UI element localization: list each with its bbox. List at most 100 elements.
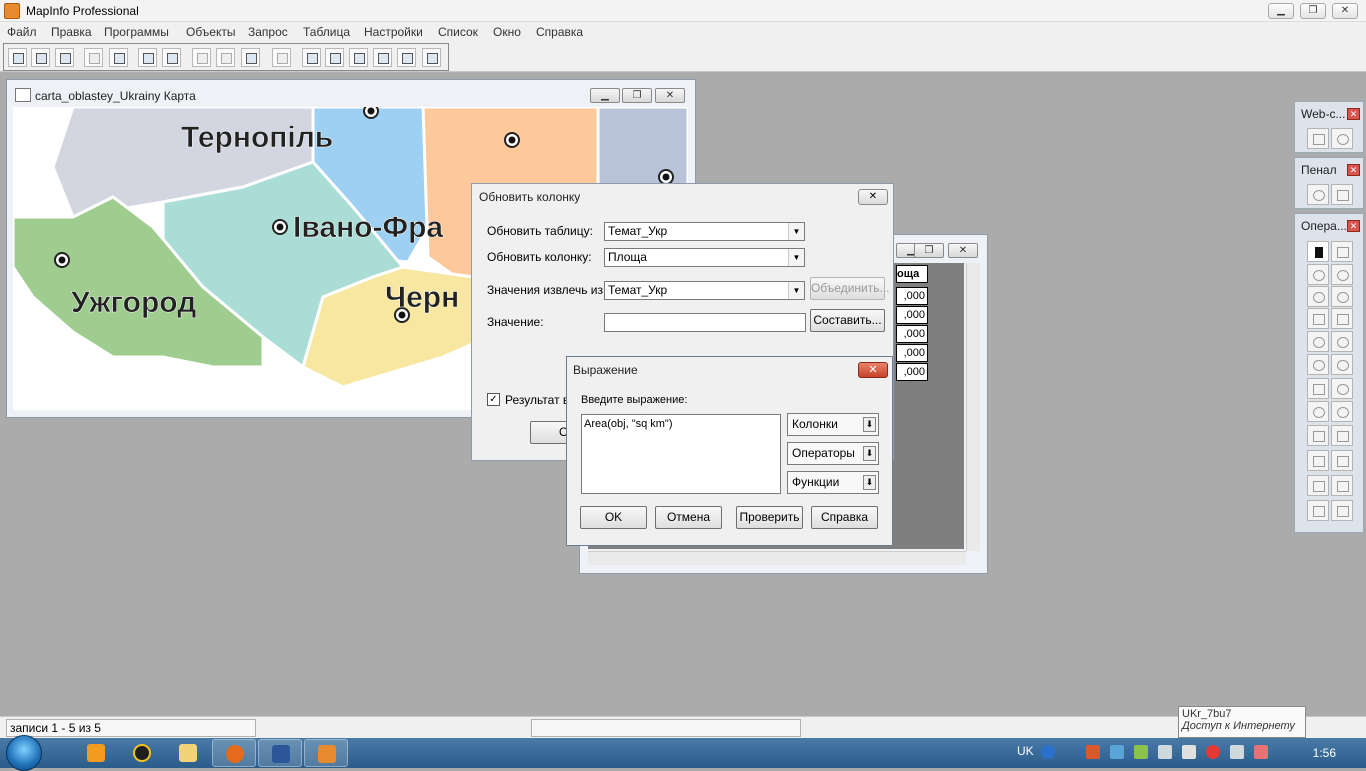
update-column-select[interactable]: Площа ▼ bbox=[604, 248, 805, 267]
marquee-select-icon[interactable] bbox=[1331, 241, 1353, 262]
operators-dropdown[interactable]: Операторы ⬇ bbox=[787, 442, 879, 465]
verify-button[interactable]: Проверить bbox=[736, 506, 803, 529]
browser-close-button[interactable]: ✕ bbox=[948, 243, 978, 258]
layer-control-icon[interactable] bbox=[1307, 425, 1329, 446]
zoom-out-icon[interactable] bbox=[1331, 331, 1353, 352]
menu-window[interactable]: Окно bbox=[493, 25, 521, 39]
update-ok-button[interactable]: О bbox=[530, 421, 570, 444]
select-arrow-icon[interactable] bbox=[1307, 241, 1329, 262]
columns-dropdown[interactable]: Колонки ⬇ bbox=[787, 413, 879, 436]
web-map-service-icon[interactable] bbox=[1307, 128, 1329, 149]
update-dialog-close-button[interactable]: ✕ bbox=[858, 189, 888, 205]
tray-network-icon[interactable] bbox=[1110, 745, 1124, 759]
open-icon[interactable] bbox=[31, 48, 50, 67]
table-cell[interactable]: ,000 bbox=[896, 325, 928, 343]
polygon-select-icon[interactable] bbox=[1331, 264, 1353, 285]
set-target-icon[interactable] bbox=[1331, 500, 1353, 521]
tray-app-icon[interactable] bbox=[1134, 745, 1148, 759]
show-statistics-icon[interactable] bbox=[1307, 450, 1329, 471]
save-workspace-icon[interactable] bbox=[109, 48, 128, 67]
menu-table[interactable]: Таблица bbox=[303, 25, 350, 39]
undo-icon[interactable] bbox=[272, 48, 291, 67]
value-input[interactable] bbox=[604, 313, 806, 332]
close-button[interactable]: ✕ bbox=[1332, 3, 1358, 19]
symbol-tool-icon[interactable] bbox=[1307, 184, 1329, 205]
taskbar-explorer[interactable] bbox=[166, 739, 210, 767]
new-redistrict-icon[interactable] bbox=[397, 48, 416, 67]
menu-help[interactable]: Справка bbox=[536, 25, 583, 39]
ok-button[interactable]: OK bbox=[580, 506, 647, 529]
menu-programs[interactable]: Программы bbox=[104, 25, 169, 39]
menu-settings[interactable]: Настройки bbox=[364, 25, 423, 39]
menu-query[interactable]: Запрос bbox=[248, 25, 288, 39]
new-icon[interactable] bbox=[8, 48, 27, 67]
menu-objects[interactable]: Объекты bbox=[186, 25, 236, 39]
help-pointer-icon[interactable] bbox=[422, 48, 441, 67]
thematic-map-icon[interactable] bbox=[1331, 475, 1353, 496]
print-icon[interactable] bbox=[162, 48, 181, 67]
paste-icon[interactable] bbox=[241, 48, 260, 67]
line-tool-icon[interactable] bbox=[1331, 184, 1353, 205]
column-header-area[interactable]: оща bbox=[896, 265, 928, 283]
tray-app-icon[interactable] bbox=[1086, 745, 1100, 759]
clip-region-icon[interactable] bbox=[1307, 500, 1329, 521]
language-indicator[interactable]: UK bbox=[1017, 744, 1034, 758]
functions-dropdown[interactable]: Функции ⬇ bbox=[787, 471, 879, 494]
close-icon[interactable]: ✕ bbox=[1347, 220, 1360, 232]
grabber-hand-icon[interactable] bbox=[1331, 354, 1353, 375]
browser-horizontal-scrollbar[interactable] bbox=[588, 551, 966, 565]
map-restore-button[interactable]: ❐ bbox=[622, 88, 652, 103]
volume-icon[interactable] bbox=[1158, 745, 1172, 759]
help-icon[interactable] bbox=[1041, 745, 1055, 759]
expression-dialog-close-button[interactable]: ✕ bbox=[858, 362, 888, 378]
cancel-button[interactable]: Отмена bbox=[655, 506, 722, 529]
map-minimize-button[interactable]: ▁ bbox=[590, 88, 620, 103]
menu-edit[interactable]: Правка bbox=[51, 25, 92, 39]
help-button[interactable]: Справка bbox=[811, 506, 878, 529]
speaker-icon[interactable] bbox=[1230, 745, 1244, 759]
browser-restore-button[interactable]: ❐ bbox=[914, 243, 944, 258]
legend-icon[interactable] bbox=[1307, 475, 1329, 496]
new-browser-icon[interactable] bbox=[302, 48, 321, 67]
cut-icon[interactable] bbox=[192, 48, 211, 67]
taskbar-firefox[interactable] bbox=[212, 739, 256, 767]
restore-button[interactable]: ❐ bbox=[1300, 3, 1326, 19]
sum-statistics-icon[interactable] bbox=[1331, 450, 1353, 471]
minimize-button[interactable]: ▁ bbox=[1268, 3, 1294, 19]
expression-input[interactable]: Area(obj, "sq km") bbox=[581, 414, 781, 494]
menu-list[interactable]: Список bbox=[438, 25, 478, 39]
label-tool-icon[interactable] bbox=[1307, 401, 1329, 422]
tray-app-icon[interactable] bbox=[1182, 745, 1196, 759]
menu-file[interactable]: Файл bbox=[7, 25, 37, 39]
start-button[interactable] bbox=[6, 735, 42, 771]
join-button[interactable]: Объединить... bbox=[810, 277, 890, 300]
save-icon[interactable] bbox=[84, 48, 103, 67]
unselect-all-icon[interactable] bbox=[1331, 286, 1353, 307]
taskbar-app-2[interactable] bbox=[120, 739, 164, 767]
tray-security-icon[interactable] bbox=[1206, 745, 1220, 759]
web-feature-service-icon[interactable] bbox=[1331, 128, 1353, 149]
table-cell[interactable]: ,000 bbox=[896, 306, 928, 324]
change-view-icon[interactable] bbox=[1307, 354, 1329, 375]
new-layout-icon[interactable] bbox=[373, 48, 392, 67]
copy-icon[interactable] bbox=[216, 48, 235, 67]
taskbar-media-player[interactable] bbox=[74, 739, 118, 767]
taskbar-mapinfo[interactable] bbox=[304, 739, 348, 767]
table-cell[interactable]: ,000 bbox=[896, 363, 928, 381]
power-icon[interactable] bbox=[1254, 745, 1268, 759]
close-icon[interactable]: ✕ bbox=[1347, 164, 1360, 176]
new-graph-icon[interactable] bbox=[349, 48, 368, 67]
assemble-button[interactable]: Составить... bbox=[810, 309, 885, 332]
result-checkbox[interactable]: ✓ bbox=[487, 393, 500, 406]
print-preview-icon[interactable] bbox=[138, 48, 157, 67]
taskbar-word[interactable] bbox=[258, 739, 302, 767]
table-cell[interactable]: ,000 bbox=[896, 287, 928, 305]
clock[interactable]: 1:56 bbox=[1313, 746, 1336, 760]
source-table-select[interactable]: Темат_Укр ▼ bbox=[604, 281, 805, 300]
open-workspace-icon[interactable] bbox=[55, 48, 74, 67]
zoom-in-icon[interactable] bbox=[1307, 331, 1329, 352]
drag-window-icon[interactable] bbox=[1331, 401, 1353, 422]
radius-select-icon[interactable] bbox=[1307, 264, 1329, 285]
info-tool-icon[interactable] bbox=[1307, 378, 1329, 399]
new-map-icon[interactable] bbox=[325, 48, 344, 67]
